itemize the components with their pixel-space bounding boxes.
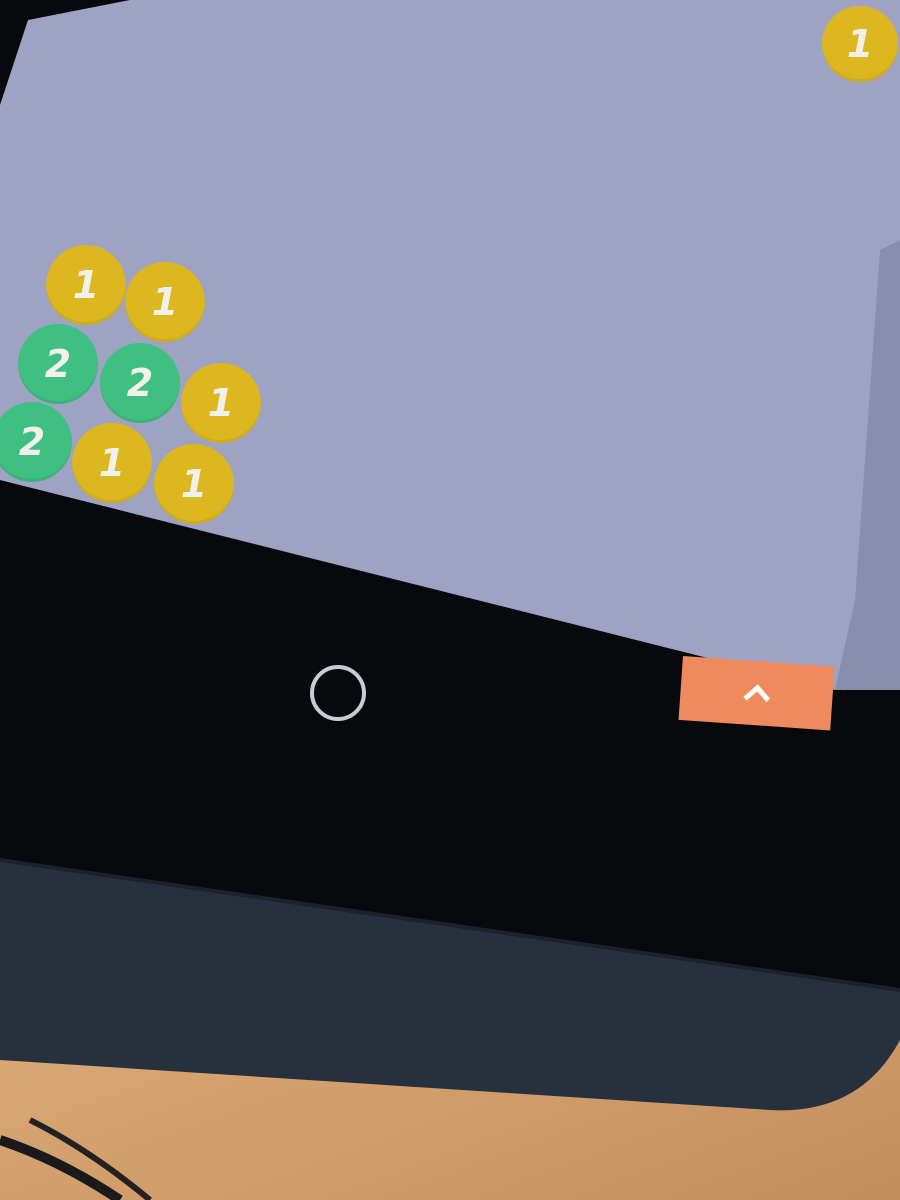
ball-1[interactable]: 1 <box>46 245 126 325</box>
ball-label: 1 <box>151 280 179 324</box>
ball-label: 1 <box>72 263 100 307</box>
ball-label: 2 <box>18 420 46 464</box>
ball-1[interactable]: 1 <box>72 423 152 503</box>
ball-1[interactable]: 1 <box>822 6 898 82</box>
ball-label: 2 <box>126 361 154 405</box>
ball-2[interactable]: 2 <box>18 324 98 404</box>
up-button[interactable] <box>678 656 835 731</box>
ball-1[interactable]: 1 <box>125 262 205 342</box>
chevron-up-icon <box>742 683 770 711</box>
ball-label: 2 <box>44 342 72 386</box>
ball-label: 1 <box>846 22 874 66</box>
photo-scene: 1 1 1 2 2 1 2 1 1 <box>0 0 900 1200</box>
ball-label: 1 <box>98 441 126 485</box>
ball-label: 1 <box>180 462 208 506</box>
ball-label: 1 <box>207 381 235 425</box>
ball-1[interactable]: 1 <box>181 363 261 443</box>
cable <box>0 1135 123 1200</box>
home-button-icon[interactable] <box>310 665 366 721</box>
ball-2[interactable]: 2 <box>100 343 180 423</box>
tablet-device <box>0 0 900 1200</box>
ball-1[interactable]: 1 <box>154 444 234 524</box>
